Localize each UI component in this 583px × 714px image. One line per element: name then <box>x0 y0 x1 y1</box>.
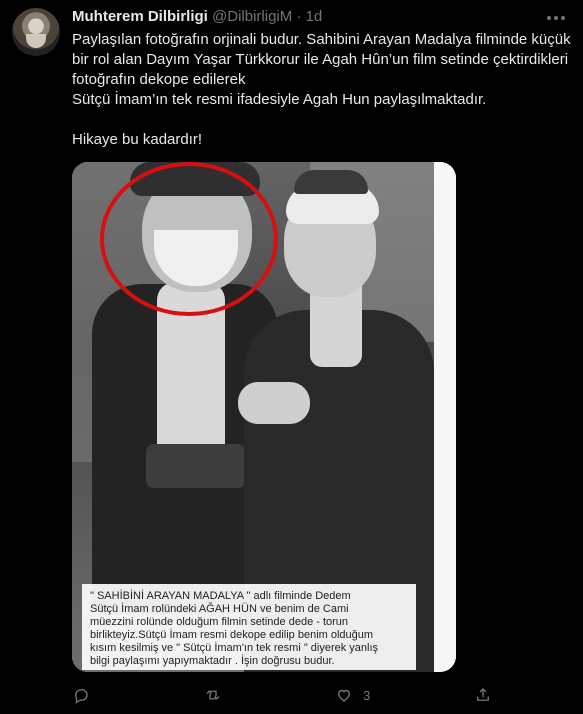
caption-line-3: müezzini rolünde olduğum filmin setinde … <box>90 616 349 628</box>
tweet-header: Muhterem Dilbirligi @DilbirligiM · 1d <box>72 7 322 27</box>
tweet-text: Paylaşılan fotoğrafın orjinali budur. Sa… <box>72 30 572 150</box>
media-border-strip <box>434 162 456 672</box>
highlight-circle <box>100 162 278 316</box>
separator-dot: · <box>296 8 302 25</box>
tweet-line-3: fotoğrafın dekope edilerek <box>72 71 246 88</box>
man2-cap <box>294 170 368 194</box>
retweet-icon <box>204 686 222 704</box>
retweet-button[interactable] <box>204 686 232 704</box>
heart-icon <box>335 686 353 704</box>
tweet-line-1: Paylaşılan fotoğrafın orjinali budur. Sa… <box>72 31 571 48</box>
tweet-actions: 3 <box>72 684 502 706</box>
caption-line-2: Sütçü İmam rolündeki AĞAH HÜN ve benim d… <box>90 603 349 615</box>
reply-button[interactable] <box>72 686 100 704</box>
like-button[interactable]: 3 <box>335 686 370 704</box>
caption-line-6: bilgi paylaşımı yapıymaktadır . İşin doğ… <box>90 655 335 667</box>
tweet-line-4: Sütçü İmam’ın tek resmi ifadesiyle Agah … <box>72 91 487 108</box>
avatar[interactable] <box>12 8 60 56</box>
share-icon <box>474 686 492 704</box>
reply-icon <box>72 686 90 704</box>
caption-line-5: kısım kesilmiş ve " Sütçü İmam'ın tek re… <box>90 642 379 654</box>
caption-line-4: birlikteyiz.Sütçü İmam resmi dekope edil… <box>90 629 374 641</box>
photo-caption: " SAHİBİNİ ARAYAN MADALYA " adlı filmind… <box>82 584 416 670</box>
user-name[interactable]: Muhterem Dilbirligi <box>72 8 208 25</box>
tweet-time[interactable]: 1d <box>306 8 323 25</box>
man1-belt <box>146 444 246 488</box>
like-count: 3 <box>363 687 371 703</box>
user-handle[interactable]: @DilbirligiM <box>212 8 292 25</box>
tweet-media[interactable]: " SAHİBİNİ ARAYAN MADALYA " adlı filmind… <box>72 162 456 672</box>
tweet-line-2: bir rol alan Dayım Yaşar Türkkorur ile A… <box>72 51 569 68</box>
more-icon[interactable] <box>544 8 568 28</box>
avatar-beard <box>26 34 46 48</box>
tweet-line-5: Hikaye bu kadardır! <box>72 131 203 148</box>
hands <box>238 382 310 424</box>
caption-line-1: " SAHİBİNİ ARAYAN MADALYA " adlı filmind… <box>90 590 351 602</box>
share-button[interactable] <box>474 686 502 704</box>
photo[interactable]: " SAHİBİNİ ARAYAN MADALYA " adlı filmind… <box>72 162 434 672</box>
